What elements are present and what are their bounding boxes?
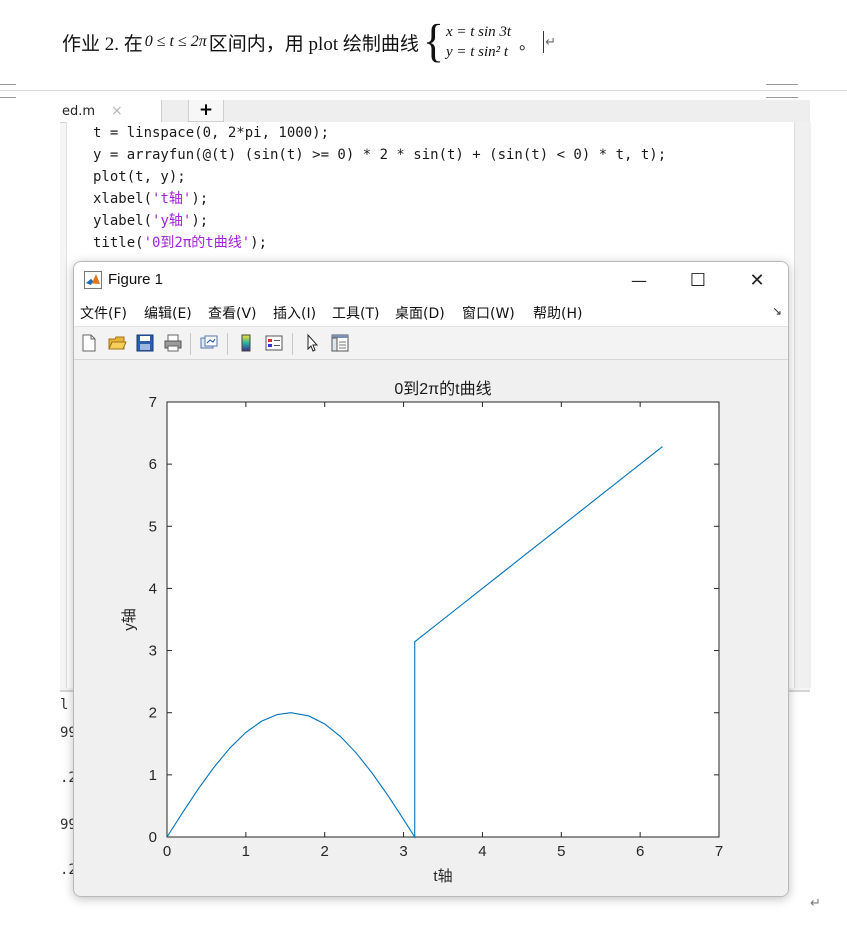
menu-view[interactable]: 查看(V) [208, 303, 257, 323]
line-chart[interactable]: 0到2π的t曲线 t轴 y轴 0 1 2 3 4 5 6 7 0 1 2 3 4 5 6 7 [74, 360, 788, 896]
equation-system: { x = t sin 3t y = t sin² t [422, 15, 512, 68]
code-line-6: title('0到2π的t曲线'); [93, 235, 268, 251]
save-icon[interactable] [135, 333, 155, 353]
y-tick-label: 5 [149, 518, 157, 535]
menu-file[interactable]: 文件(F) [80, 303, 127, 323]
code-block[interactable]: t = linspace(0, 2*pi, 1000); y = arrayfu… [93, 122, 666, 254]
code-line-5: ylabel('y轴'); [93, 213, 209, 229]
assignment-text: 作业 2. 在 0 ≤ t ≤ 2π 区间内，用 plot 绘制曲线 { x =… [62, 15, 557, 68]
x-axis-label: t轴 [433, 868, 452, 885]
code-line-2: y = arrayfun(@(t) (sin(t) >= 0) * 2 * si… [93, 147, 667, 163]
print-icon[interactable] [163, 333, 183, 353]
assignment-prefix: 作业 2. 在 [62, 33, 143, 55]
x-tick-label: 3 [399, 843, 407, 860]
toolbar-separator [190, 333, 191, 355]
equation-x: x = t sin 3t [445, 24, 512, 40]
left-brace: { [422, 15, 444, 68]
x-tick-label: 2 [321, 843, 329, 860]
pointer-icon[interactable] [302, 333, 322, 353]
x-tick-label: 0 [163, 843, 171, 860]
new-tab-button[interactable]: + [188, 100, 224, 122]
new-file-icon[interactable] [79, 333, 99, 353]
x-tick-label: 5 [557, 843, 565, 860]
text-cursor [543, 31, 545, 53]
maximize-button[interactable]: ☐ [675, 262, 721, 298]
menu-help[interactable]: 帮助(H) [533, 303, 582, 323]
figure-title: Figure 1 [108, 271, 164, 288]
y-tick-label: 6 [149, 456, 157, 473]
toolbar-separator [292, 333, 293, 355]
legend-icon[interactable] [264, 333, 284, 353]
menu-tools[interactable]: 工具(T) [332, 303, 379, 323]
y-tick-label: 3 [149, 643, 157, 660]
y-tick-label: 2 [149, 705, 157, 722]
range-formula: 0 ≤ t ≤ 2π [144, 33, 207, 50]
editor-tabbar: ed.m × + [60, 100, 810, 123]
margin-marker-right [766, 84, 798, 98]
x-tick-label: 6 [636, 843, 644, 860]
page-divider [0, 90, 847, 91]
link-plot-icon[interactable] [199, 333, 219, 353]
open-folder-icon[interactable] [107, 333, 127, 353]
dock-arrow-icon[interactable]: ↘ [772, 304, 782, 318]
colorbar-icon[interactable] [236, 333, 256, 353]
code-line-4: xlabel('t轴'); [93, 191, 209, 207]
x-tick-label: 1 [242, 843, 250, 860]
menu-window[interactable]: 窗口(W) [462, 303, 515, 323]
equation-y: y = t sin² t [445, 44, 509, 60]
menu-edit[interactable]: 编辑(E) [144, 303, 192, 323]
command-output-fragment: l [60, 697, 69, 713]
close-button[interactable]: ✕ [734, 262, 780, 298]
chart-title: 0到2π的t曲线 [394, 380, 491, 398]
tab-filename: ed.m [62, 103, 96, 119]
property-inspector-icon[interactable] [330, 333, 350, 353]
x-tick-label: 7 [715, 843, 723, 860]
plot-canvas: 0到2π的t曲线 t轴 y轴 0 1 2 3 4 5 6 7 0 1 2 3 4 5 6 7 [74, 360, 788, 896]
menu-insert[interactable]: 插入(I) [273, 303, 316, 323]
paragraph-mark-icon: ↵ [545, 34, 557, 49]
menu-desktop[interactable]: 桌面(D) [395, 303, 445, 323]
editor-scrollbar[interactable] [794, 122, 811, 688]
y-tick-label: 7 [149, 394, 157, 411]
code-line-3: plot(t, y); [93, 169, 186, 185]
figure-toolbar [74, 327, 788, 360]
y-tick-label: 1 [149, 767, 157, 784]
y-axis-label: y轴 [121, 608, 138, 631]
figure-window: Figure 1 — ☐ ✕ 文件(F) 编辑(E) 查看(V) 插入(I) 工… [73, 261, 789, 897]
margin-marker-left [0, 84, 16, 98]
y-tick-label: 0 [149, 829, 157, 846]
editor-tab[interactable]: ed.m × [60, 100, 162, 122]
matlab-logo-icon [84, 271, 102, 289]
x-tick-label: 4 [478, 843, 486, 860]
assignment-period: 。 [519, 36, 536, 53]
tab-close-icon[interactable]: × [111, 103, 123, 119]
minimize-button[interactable]: — [616, 262, 662, 298]
code-line-1: t = linspace(0, 2*pi, 1000); [93, 125, 330, 141]
assignment-middle: 区间内，用 plot 绘制曲线 [208, 33, 419, 55]
figure-titlebar[interactable]: Figure 1 — ☐ ✕ [74, 262, 788, 298]
toolbar-separator [227, 333, 228, 355]
end-paragraph-mark-icon: ↵ [810, 896, 821, 911]
figure-menubar: 文件(F) 编辑(E) 查看(V) 插入(I) 工具(T) 桌面(D) 窗口(W… [74, 298, 788, 327]
y-tick-label: 4 [149, 580, 157, 597]
